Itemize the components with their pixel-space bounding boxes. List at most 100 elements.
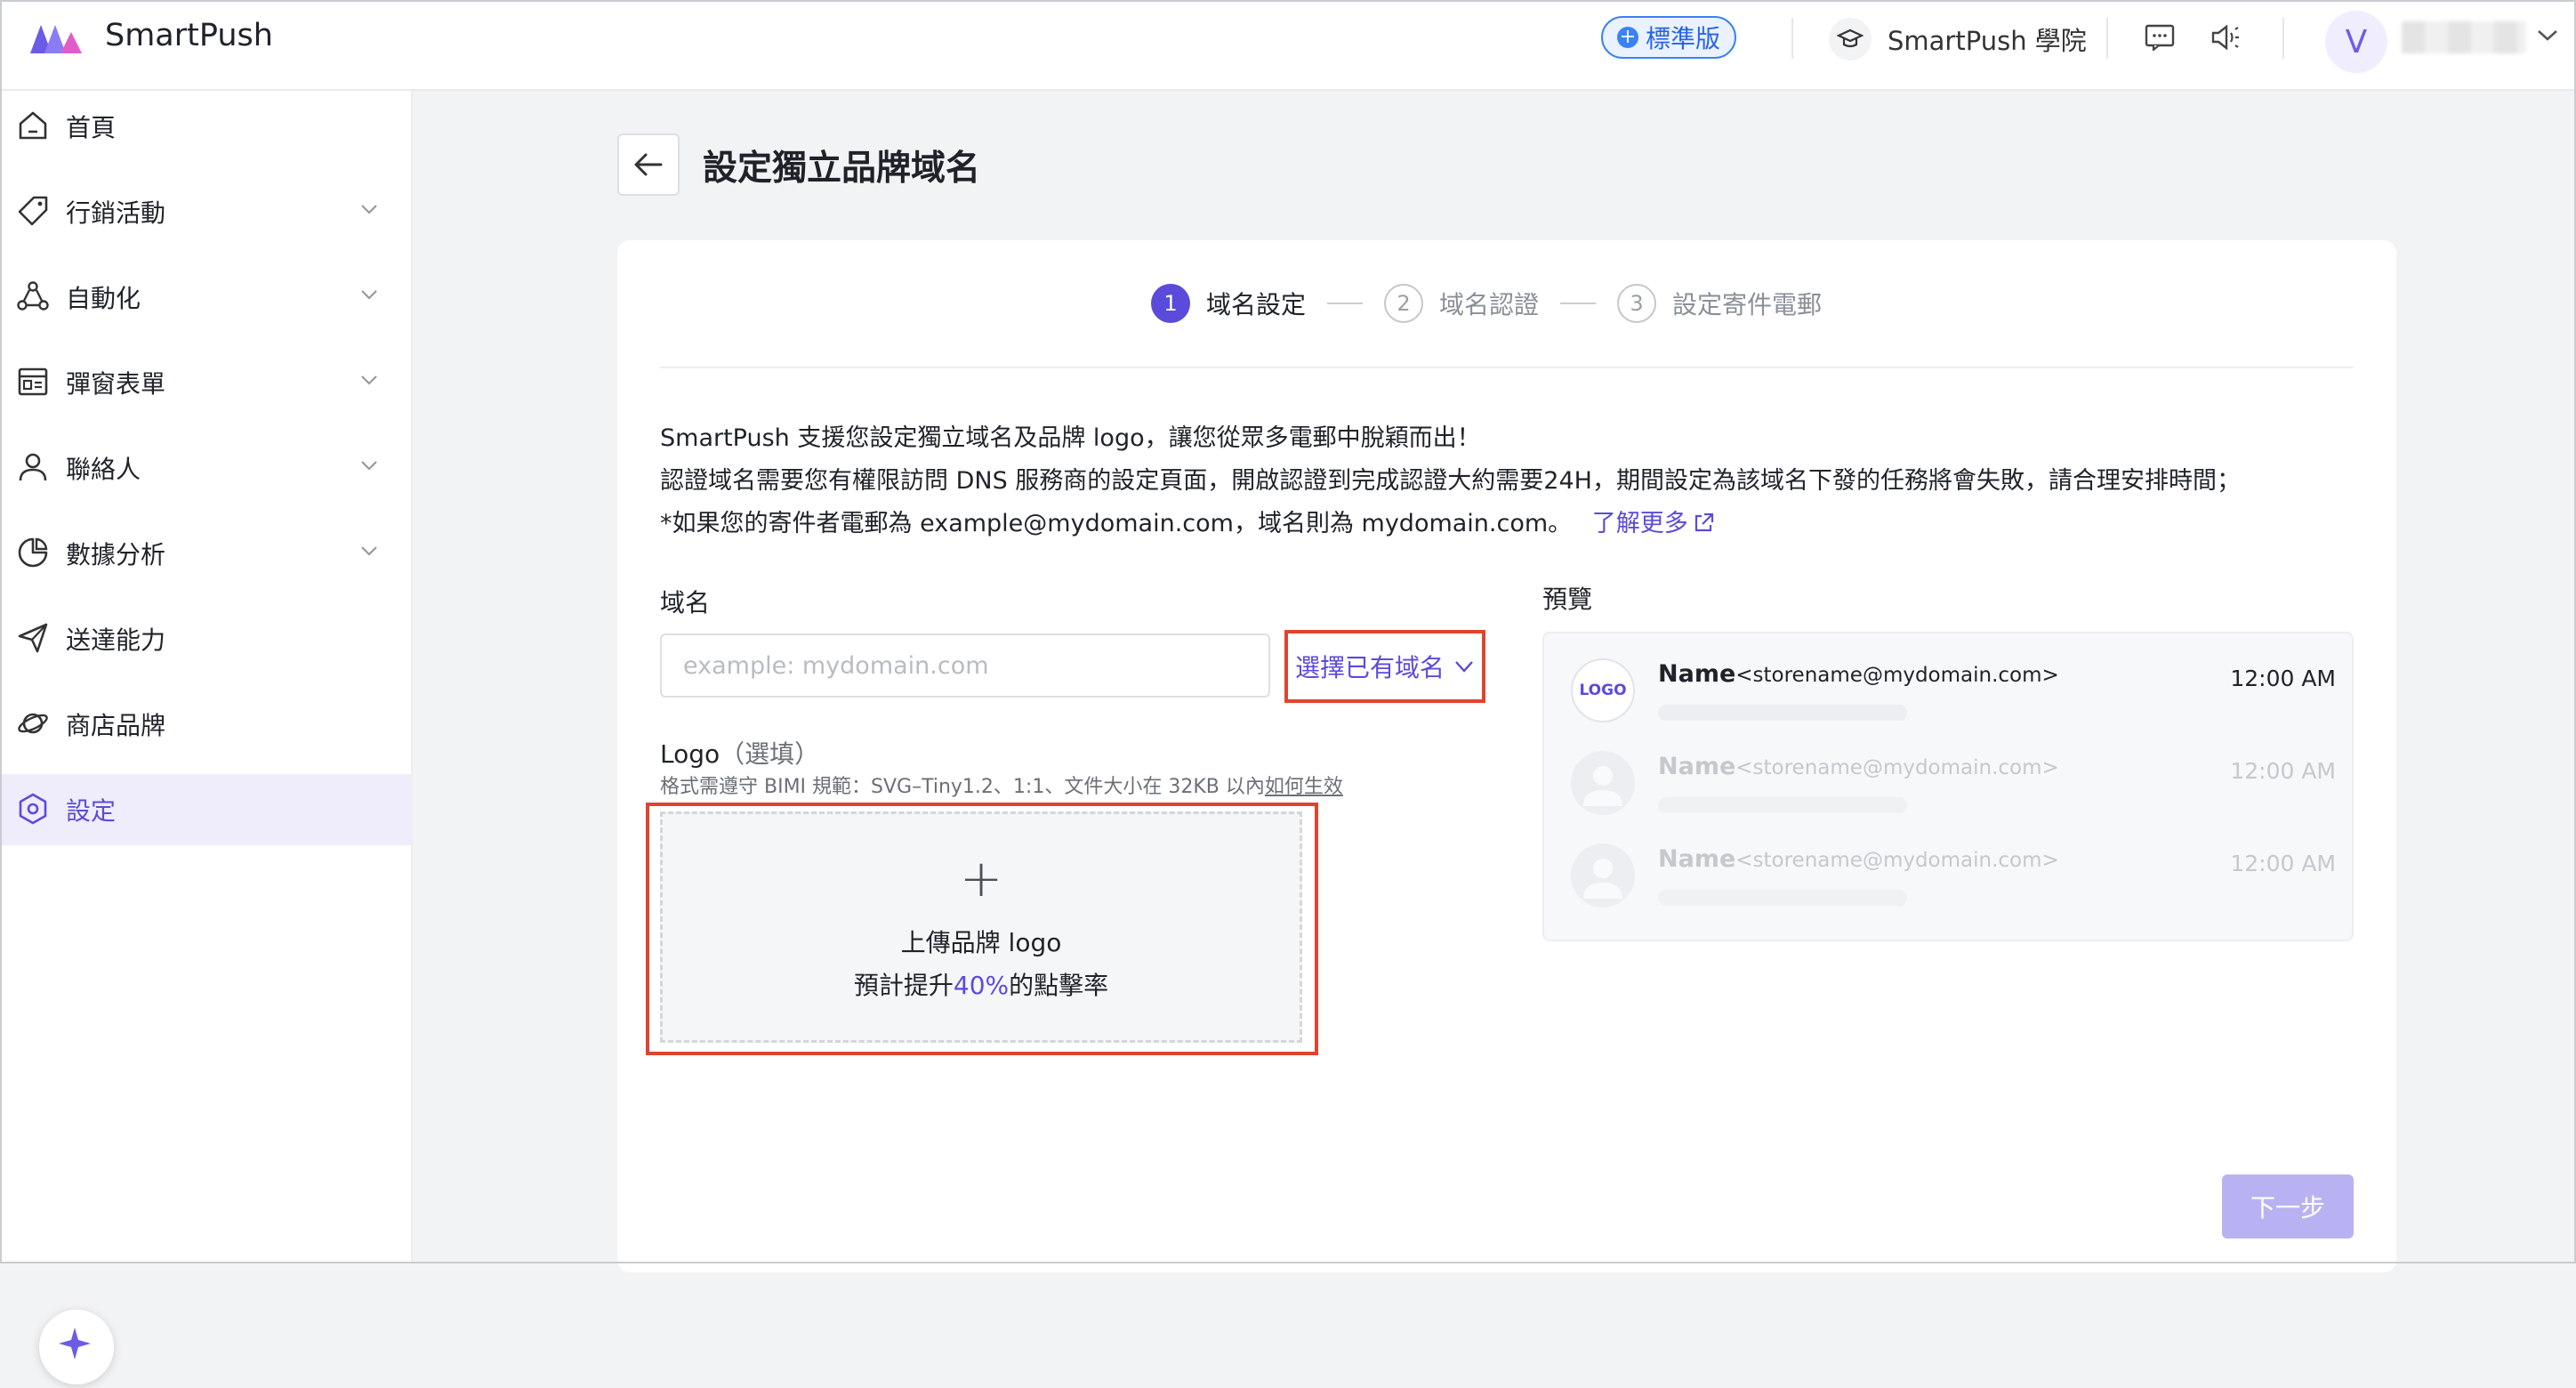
sender-name: Name	[1658, 660, 1736, 688]
description-text: *如果您的寄件者電郵為 example@mydomain.com，域名則為 my…	[660, 510, 1573, 537]
description-line: 認證域名需要您有權限訪問 DNS 服務商的設定頁面，開啟認證到完成認證大約需要2…	[660, 467, 2241, 495]
step-number: 1	[1151, 284, 1190, 323]
sidebar-item-label: 數據分析	[66, 540, 166, 569]
ai-assistant-button[interactable]	[39, 1310, 114, 1384]
graduation-cap-icon	[1829, 18, 1872, 61]
step-label: 域名設定	[1206, 290, 1307, 319]
logo-avatar: LOGO	[1571, 658, 1635, 722]
chevron-down-icon	[361, 461, 377, 471]
avatar-placeholder-icon	[1571, 751, 1635, 815]
plan-badge[interactable]: + 標準版	[1601, 16, 1736, 59]
academy-link[interactable]: SmartPush 學院	[1829, 18, 2087, 61]
sender-line: Name<storename@mydomain.com>	[1658, 753, 2059, 780]
sender-email: <storename@mydomain.com>	[1735, 849, 2059, 872]
select-existing-domain-button[interactable]: 選擇已有域名	[1284, 630, 1485, 703]
logo-hint-text: 格式需遵守 BIMI 規範：SVG–Tiny1.2、1:1、文件大小在 32KB…	[660, 776, 1265, 798]
divider	[660, 367, 2354, 368]
step-label: 域名認證	[1439, 290, 1540, 319]
sidebar-item-deliverability[interactable]: 送達能力	[0, 603, 411, 674]
mail-time: 12:00 AM	[2230, 851, 2336, 876]
settings-icon	[19, 793, 47, 825]
logo-label: Logo（選填）	[660, 735, 819, 771]
user-name-redacted[interactable]	[2402, 21, 2526, 53]
chevron-down-icon	[1455, 661, 1473, 673]
arrow-left-icon	[634, 153, 663, 176]
planet-icon	[18, 713, 48, 734]
sidebar-item-label: 自動化	[66, 284, 141, 313]
person-icon	[19, 453, 47, 481]
mail-time: 12:00 AM	[2230, 758, 2336, 784]
sidebar-item-analytics[interactable]: 數據分析	[0, 518, 411, 589]
sidebar-item-popup-forms[interactable]: 彈窗表單	[0, 347, 411, 418]
form-icon	[18, 367, 48, 396]
sidebar-item-automation[interactable]: 自動化	[0, 262, 411, 333]
how-it-works-link[interactable]: 如何生效	[1265, 776, 1343, 798]
sidebar: 首頁 行銷活動 自動化 彈窗表單 聯絡人 數據分析 送達能力 商店品牌 設定	[0, 91, 413, 1384]
sidebar-item-store-brand[interactable]: 商店品牌	[0, 689, 411, 760]
select-existing-domain-label: 選擇已有域名	[1294, 653, 1445, 682]
logo-upload-area[interactable]: + 上傳品牌 logo 預計提升40%的點擊率	[660, 811, 1302, 1043]
preview-mail-row: Name<storename@mydomain.com> 12:00 AM	[1571, 835, 2336, 920]
stepper: 1 域名設定 2 域名認證 3 設定寄件電郵	[1151, 283, 1822, 324]
sparkle-icon	[59, 1327, 91, 1360]
plus-circle-icon: +	[1616, 27, 1638, 48]
learn-more-link[interactable]: 了解更多	[1592, 510, 1715, 537]
sender-name: Name	[1658, 753, 1736, 780]
step-connector	[1560, 303, 1597, 304]
plan-badge-label: 標準版	[1645, 24, 1720, 53]
sender-name: Name	[1658, 845, 1736, 873]
mail-time: 12:00 AM	[2230, 666, 2336, 691]
pie-chart-icon	[18, 537, 48, 568]
sidebar-item-label: 商店品牌	[66, 711, 166, 740]
step-number: 3	[1617, 284, 1657, 323]
sidebar-item-contacts[interactable]: 聯絡人	[0, 432, 411, 504]
plus-icon: +	[959, 848, 1003, 908]
divider	[1791, 18, 1793, 59]
chevron-down-icon	[361, 205, 377, 214]
upload-title: 上傳品牌 logo	[900, 928, 1062, 957]
top-bar: SmartPush + 標準版 SmartPush 學院 V	[0, 0, 2576, 91]
preview-mail-row: LOGO Name<storename@mydomain.com> 12:00 …	[1571, 650, 2336, 735]
divider	[2282, 18, 2284, 59]
sidebar-item-home[interactable]: 首頁	[0, 91, 411, 162]
user-avatar[interactable]: V	[2325, 11, 2387, 73]
sidebar-item-marketing[interactable]: 行銷活動	[0, 176, 411, 247]
external-link-icon	[1695, 512, 1713, 532]
chevron-down-icon[interactable]	[2535, 25, 2560, 44]
back-button[interactable]	[617, 133, 680, 196]
subject-placeholder-bar	[1658, 797, 1907, 813]
home-icon	[19, 111, 47, 140]
upload-percentage: 40%	[953, 971, 1010, 1000]
upload-subtitle-prefix: 預計提升	[853, 971, 954, 1000]
description-line: *如果您的寄件者電郵為 example@mydomain.com，域名則為 my…	[660, 504, 1715, 538]
step-label: 設定寄件電郵	[1672, 290, 1823, 319]
sidebar-item-label: 行銷活動	[66, 198, 166, 228]
learn-more-label: 了解更多	[1591, 510, 1688, 537]
sidebar-item-label: 送達能力	[66, 625, 166, 655]
step-connector	[1327, 303, 1364, 304]
optional-label: （選填）	[720, 739, 820, 769]
subject-placeholder-bar	[1658, 705, 1907, 721]
automation-icon	[17, 281, 49, 311]
logo-label-text: Logo	[660, 739, 720, 769]
sidebar-item-settings[interactable]: 設定	[0, 774, 411, 845]
message-icon[interactable]	[2142, 20, 2178, 55]
chevron-down-icon	[361, 375, 377, 385]
preview-label: 預覽	[1542, 585, 1593, 614]
smartpush-logo-icon	[30, 25, 82, 53]
sender-line: Name<storename@mydomain.com>	[1658, 660, 2059, 688]
sidebar-item-label: 聯絡人	[66, 455, 141, 484]
domain-input[interactable]	[660, 633, 1270, 698]
step-number: 2	[1384, 284, 1424, 323]
announcement-icon[interactable]	[2208, 20, 2243, 55]
subject-placeholder-bar	[1658, 890, 1907, 906]
send-icon	[18, 623, 48, 653]
logo-hint: 格式需遵守 BIMI 規範：SVG–Tiny1.2、1:1、文件大小在 32KB…	[660, 771, 1343, 799]
preview-mail-row: Name<storename@mydomain.com> 12:00 AM	[1571, 742, 2336, 827]
sidebar-item-label: 彈窗表單	[66, 369, 166, 399]
next-step-button[interactable]: 下一步	[2222, 1174, 2354, 1239]
chevron-down-icon	[361, 546, 377, 556]
sender-line: Name<storename@mydomain.com>	[1658, 845, 2059, 873]
tag-icon	[18, 196, 48, 226]
domain-label: 域名	[660, 588, 711, 617]
